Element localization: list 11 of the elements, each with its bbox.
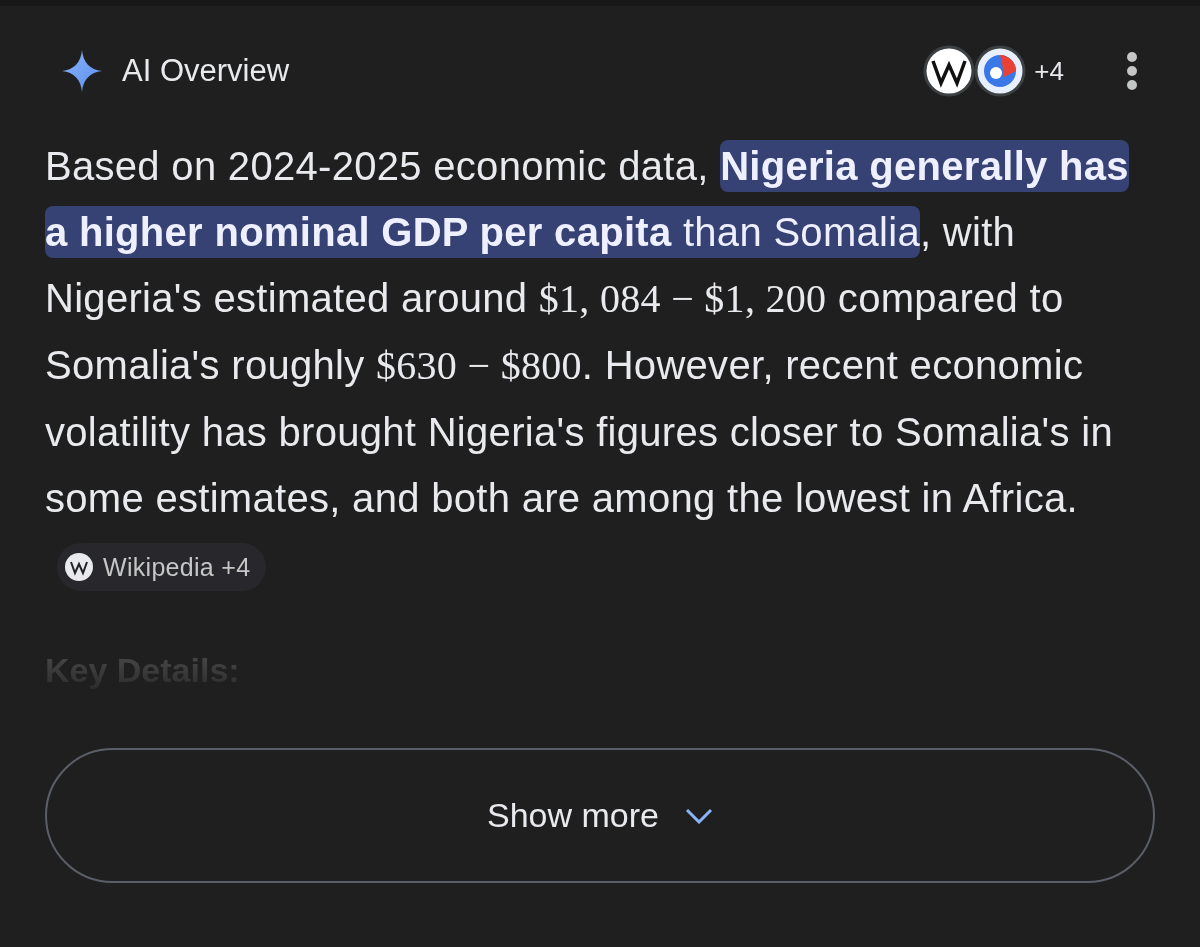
- source-avatar-icon[interactable]: [923, 45, 976, 97]
- summary-paragraph: Based on 2024-2025 economic data, Nigeria generally has a higher nominal GDP per capita than Somalia, with Nigeria's estimated around $1, 084 − $1, 200 compared to Somalia's roughly $630 − $800. However, recent economic volatility has brought Nigeria's figures closer to Somalia's in some estimates, and both are among the lowest in Africa. Wikipedia +4: [45, 133, 1155, 597]
- citation-chip[interactable]: Wikipedia +4: [57, 543, 267, 592]
- show-more-button[interactable]: Show more: [45, 748, 1155, 883]
- more-sources-count[interactable]: +4: [1034, 55, 1064, 87]
- sparkle-icon: [62, 50, 102, 92]
- panel-title: AI Overview: [122, 53, 291, 89]
- globe-avatar-icon[interactable]: [974, 45, 1027, 97]
- more-options-icon[interactable]: [1126, 51, 1138, 91]
- chevron-down-icon: [685, 807, 713, 824]
- source-logo-icon: [65, 553, 93, 582]
